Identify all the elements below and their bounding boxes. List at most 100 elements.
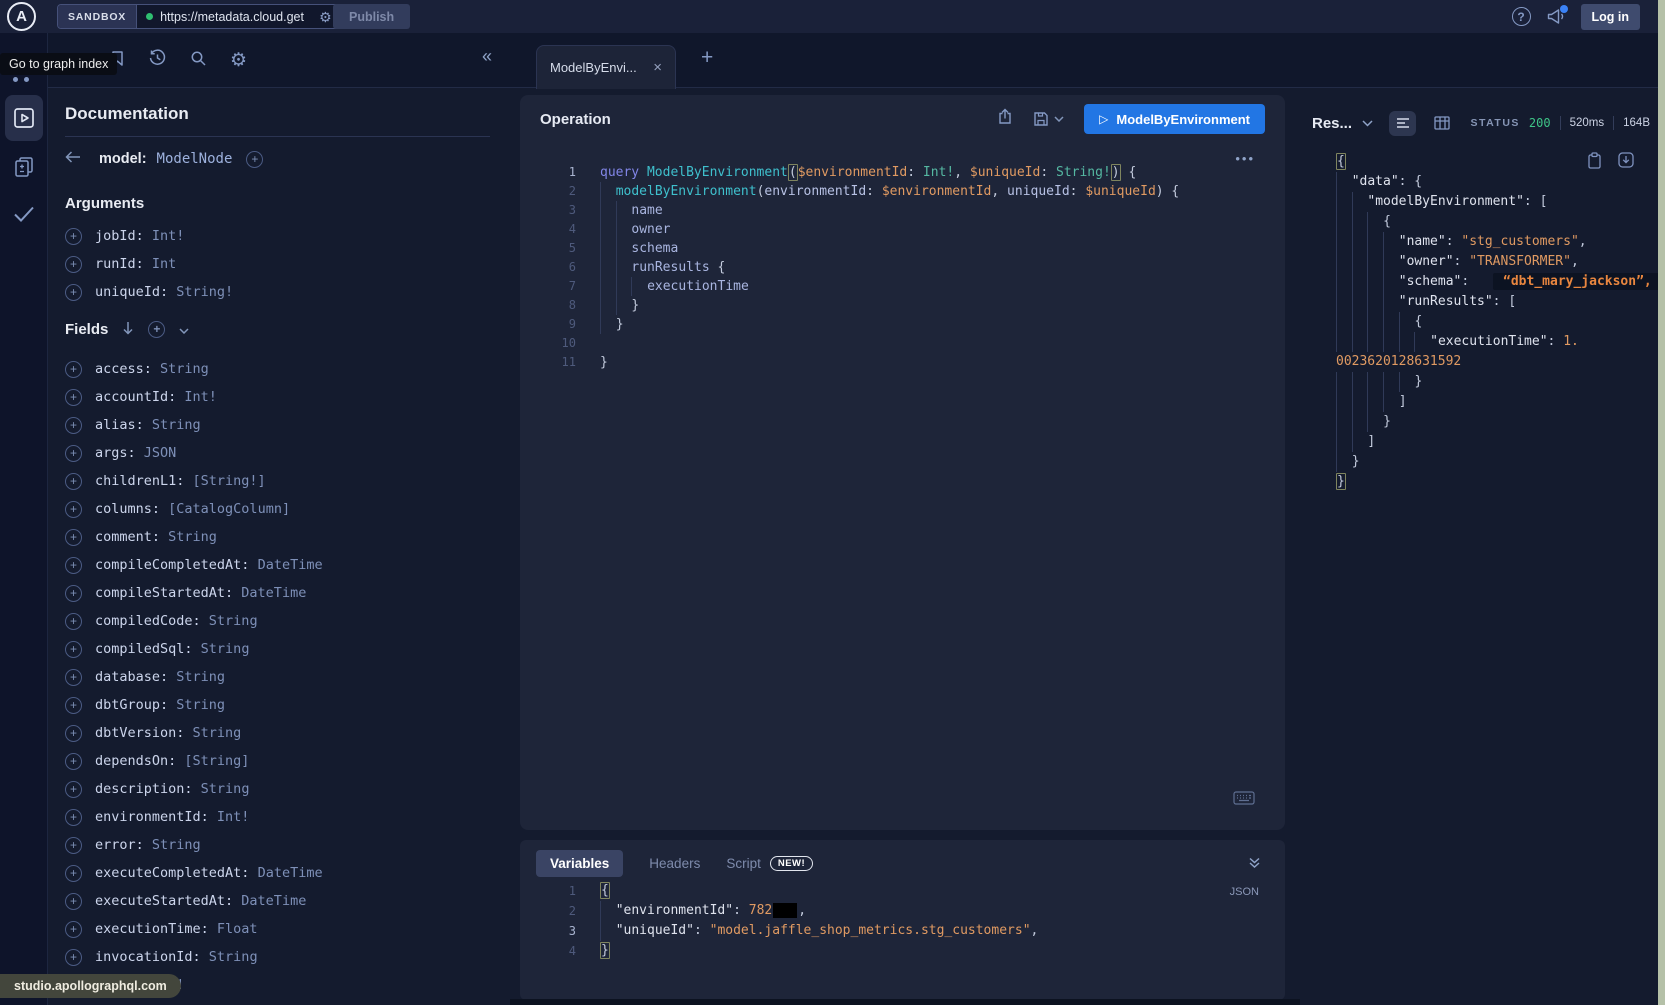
add-to-query-icon[interactable]: + (65, 501, 82, 518)
field-row[interactable]: +args: JSON (65, 439, 490, 467)
keyboard-shortcuts-icon[interactable] (1233, 791, 1255, 810)
code-line[interactable]: 11} (520, 353, 1285, 372)
add-to-query-icon[interactable]: + (65, 228, 82, 245)
field-row[interactable]: +childrenL1: [String!] (65, 467, 490, 495)
field-row[interactable]: +compiledSql: String (65, 635, 490, 663)
add-to-query-icon[interactable]: + (65, 473, 82, 490)
code-line[interactable]: 1query ModelByEnvironment($environmentId… (520, 163, 1285, 182)
add-to-query-icon[interactable]: + (65, 865, 82, 882)
add-to-query-icon[interactable]: + (65, 585, 82, 602)
run-button[interactable]: ▷ ModelByEnvironment (1084, 104, 1265, 134)
add-to-query-icon[interactable]: + (65, 445, 82, 462)
code-line[interactable]: 0023620128631592 (1312, 352, 1650, 372)
code-line[interactable]: 4owner (520, 220, 1285, 239)
field-row[interactable]: +access: String (65, 355, 490, 383)
add-to-query-icon[interactable]: + (65, 557, 82, 574)
add-to-query-icon[interactable]: + (65, 256, 82, 273)
field-row[interactable]: +materializedType: String (65, 999, 490, 1005)
sidebar-checks-button[interactable] (11, 204, 37, 229)
add-fields-icon[interactable]: + (148, 321, 165, 338)
field-row[interactable]: +executeStartedAt: DateTime (65, 887, 490, 915)
code-line[interactable]: ] (1312, 432, 1650, 452)
field-row[interactable]: +database: String (65, 663, 490, 691)
field-row[interactable]: +dependsOn: [String] (65, 747, 490, 775)
add-to-query-icon[interactable]: + (65, 725, 82, 742)
add-to-query-icon[interactable]: + (65, 284, 82, 301)
share-icon[interactable] (997, 108, 1013, 130)
add-to-query-icon[interactable]: + (65, 417, 82, 434)
graph-index-dots-icon[interactable] (13, 77, 29, 82)
add-to-query-icon[interactable]: + (65, 697, 82, 714)
table-view-icon[interactable] (1434, 116, 1450, 130)
back-icon[interactable] (65, 150, 81, 168)
argument-row[interactable]: +runId: Int (65, 250, 490, 278)
add-to-query-icon[interactable]: + (65, 613, 82, 630)
code-line[interactable]: 2"environmentId": 782, (520, 901, 1285, 921)
add-to-query-icon[interactable]: + (65, 669, 82, 686)
code-line[interactable]: 8} (520, 296, 1285, 315)
code-line[interactable]: 2modelByEnvironment(environmentId: $envi… (520, 182, 1285, 201)
add-to-query-icon[interactable]: + (65, 529, 82, 546)
code-line[interactable]: 7executionTime (520, 277, 1285, 296)
field-row[interactable]: +executeCompletedAt: DateTime (65, 859, 490, 887)
new-tab-button[interactable]: + (701, 47, 713, 68)
code-line[interactable]: "name": "stg_customers", (1312, 232, 1650, 252)
field-row[interactable]: +invocationId: String (65, 943, 490, 971)
field-row[interactable]: +compiledCode: String (65, 607, 490, 635)
endpoint-url-input[interactable]: https://metadata.cloud.get ⚙ (137, 5, 347, 28)
add-to-query-icon[interactable]: + (65, 781, 82, 798)
code-line[interactable]: 5schema (520, 239, 1285, 258)
announcements-megaphone-icon[interactable] (1546, 8, 1566, 25)
list-view-button[interactable] (1389, 111, 1416, 136)
code-line[interactable]: 6runResults { (520, 258, 1285, 277)
code-line[interactable]: "modelByEnvironment": [ (1312, 192, 1650, 212)
code-line[interactable]: } (1312, 372, 1650, 392)
model-type-link[interactable]: ModelNode (157, 151, 233, 167)
help-icon[interactable]: ? (1512, 7, 1531, 26)
history-icon[interactable] (148, 49, 167, 72)
variables-editor[interactable]: 1{2"environmentId": 782,3"uniqueId": "mo… (520, 877, 1285, 961)
add-to-query-icon[interactable]: + (65, 949, 82, 966)
argument-row[interactable]: +jobId: Int! (65, 222, 490, 250)
code-line[interactable]: 3name (520, 201, 1285, 220)
editor-menu-icon[interactable]: ••• (1235, 151, 1255, 166)
connection-settings-gear-icon[interactable]: ⚙ (319, 10, 332, 24)
field-row[interactable]: +error: String (65, 831, 490, 859)
add-to-query-icon[interactable]: + (65, 641, 82, 658)
code-line[interactable]: 3"uniqueId": "model.jaffle_shop_metrics.… (520, 921, 1285, 941)
field-row[interactable]: +accountId: Int! (65, 383, 490, 411)
code-line[interactable]: 10 (520, 334, 1285, 353)
field-row[interactable]: +alias: String (65, 411, 490, 439)
field-row[interactable]: +columns: [CatalogColumn] (65, 495, 490, 523)
sidebar-explorer-button[interactable] (5, 95, 43, 141)
add-to-query-icon[interactable]: + (65, 753, 82, 770)
code-line[interactable]: ] (1312, 392, 1650, 412)
code-line[interactable]: "runResults": [ (1312, 292, 1650, 312)
tab-close-icon[interactable]: × (653, 60, 662, 75)
code-line[interactable]: { (1312, 212, 1650, 232)
tab-script[interactable]: Script NEW! (726, 856, 813, 871)
login-button[interactable]: Log in (1581, 4, 1641, 30)
tab-headers[interactable]: Headers (649, 856, 700, 871)
code-line[interactable]: "data": { (1312, 172, 1650, 192)
field-row[interactable]: +dbtGroup: String (65, 691, 490, 719)
settings-gear-icon[interactable]: ⚙ (230, 51, 247, 70)
code-line[interactable]: "executionTime": 1. (1312, 332, 1650, 352)
add-to-query-icon[interactable]: + (65, 809, 82, 826)
add-to-query-icon[interactable]: + (65, 921, 82, 938)
sidebar-schema-button[interactable] (13, 155, 35, 184)
code-line[interactable]: 4} (520, 941, 1285, 961)
add-all-fields-icon[interactable]: + (246, 151, 263, 168)
response-chevron-icon[interactable] (1362, 114, 1373, 132)
code-line[interactable]: 1{ (520, 881, 1285, 901)
collapse-sidebar-icon[interactable]: « (482, 47, 492, 65)
code-line[interactable]: } (1312, 452, 1650, 472)
collapse-panel-icon[interactable] (1248, 856, 1261, 874)
argument-row[interactable]: +uniqueId: String! (65, 278, 490, 306)
code-line[interactable]: "schema": “dbt_mary_jackson”, (1312, 272, 1650, 292)
fields-chevron-icon[interactable] (179, 321, 189, 338)
code-line[interactable]: { (1312, 312, 1650, 332)
apollo-logo[interactable]: A (7, 2, 36, 31)
publish-button[interactable]: Publish (333, 4, 410, 29)
copy-response-icon[interactable] (1587, 152, 1602, 173)
